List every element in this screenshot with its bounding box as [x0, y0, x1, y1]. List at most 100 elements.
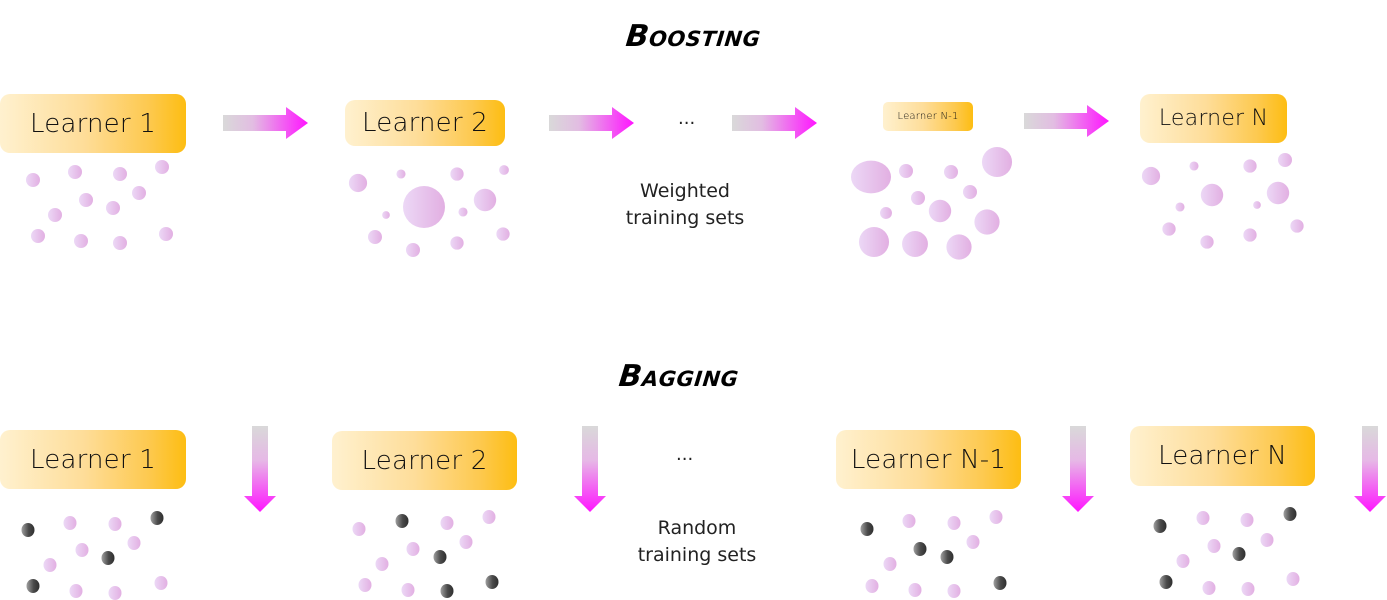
weighted-sample-dot: [473, 188, 497, 212]
selected-sample-dot: [1283, 507, 1297, 521]
weighted-sample-dot: [406, 243, 420, 257]
sample-dot: [1196, 511, 1210, 525]
weighted-sample-dot: [1243, 159, 1257, 173]
selected-sample-dot: [1153, 519, 1167, 533]
selected-sample-dot: [485, 575, 499, 589]
weighted-sample-dot: [1290, 219, 1304, 233]
selected-sample-dot: [1232, 547, 1246, 561]
sample-dot: [908, 583, 922, 597]
sample-dot: [1207, 539, 1221, 553]
sample-dot: [440, 516, 454, 530]
sample-dot: [966, 535, 980, 549]
weighted-sample-dot: [1162, 222, 1176, 236]
sample-dot: [63, 516, 77, 530]
weighted-sample-dot: [382, 211, 390, 219]
diagram-graphics: [21, 105, 1386, 600]
weighted-sample-dot: [1278, 153, 1292, 167]
weighted-sample-dot: [396, 169, 406, 179]
weighted-sample-dot: [48, 208, 62, 222]
sample-dot: [902, 514, 916, 528]
sample-dot: [1240, 513, 1254, 527]
right-arrow-icon: [549, 107, 634, 139]
weighted-sample-dot: [496, 227, 510, 241]
weighted-sample-dot: [928, 199, 952, 223]
weighted-sample-dot: [155, 160, 169, 174]
weighted-sample-dot: [902, 231, 928, 257]
sample-dot: [947, 584, 961, 598]
weighted-sample-dot: [348, 173, 368, 193]
down-arrow-icon: [1062, 426, 1094, 512]
right-arrow-icon: [223, 107, 308, 139]
selected-sample-dot: [940, 550, 954, 564]
sample-dot: [865, 579, 879, 593]
sample-dot: [482, 510, 496, 524]
right-arrow-icon: [1024, 105, 1109, 137]
selected-sample-dot: [150, 511, 164, 525]
sample-dot: [406, 542, 420, 556]
sample-dot: [108, 586, 122, 600]
sample-dot: [1202, 581, 1216, 595]
sample-dot: [1241, 582, 1255, 596]
sample-dot: [108, 517, 122, 531]
sample-dot: [352, 522, 366, 536]
weighted-sample-dot: [944, 165, 958, 179]
sample-dot: [1260, 533, 1274, 547]
weighted-sample-dot: [911, 191, 925, 205]
weighted-sample-dot: [79, 193, 93, 207]
weighted-sample-dot: [981, 146, 1013, 178]
weighted-sample-dot: [1189, 161, 1199, 171]
selected-sample-dot: [913, 542, 927, 556]
sample-dot: [69, 584, 83, 598]
selected-sample-dot: [395, 514, 409, 528]
sample-dot: [459, 535, 473, 549]
sample-dot: [401, 583, 415, 597]
sample-dot: [154, 576, 168, 590]
right-arrow-icon: [732, 107, 817, 139]
down-arrow-icon: [574, 426, 606, 512]
weighted-sample-dot: [899, 164, 913, 178]
weighted-sample-dot: [1200, 183, 1224, 207]
weighted-sample-dot: [1243, 228, 1257, 242]
weighted-sample-dot: [31, 229, 45, 243]
weighted-sample-dot: [974, 209, 1000, 235]
weighted-sample-dot: [1253, 201, 1261, 209]
selected-sample-dot: [993, 576, 1007, 590]
weighted-sample-dot: [963, 185, 977, 199]
sample-dot: [127, 536, 141, 550]
weighted-sample-dot: [106, 201, 120, 215]
weighted-sample-dot: [1141, 166, 1161, 186]
sample-dot: [375, 557, 389, 571]
weighted-sample-dot: [458, 207, 468, 217]
selected-sample-dot: [21, 523, 35, 537]
selected-sample-dot: [440, 584, 454, 598]
selected-sample-dot: [101, 551, 115, 565]
weighted-sample-dot: [880, 207, 892, 219]
selected-sample-dot: [1159, 575, 1173, 589]
sample-dot: [947, 516, 961, 530]
weighted-sample-dot: [1175, 202, 1185, 212]
weighted-sample-dot: [946, 234, 972, 260]
sample-dot: [989, 510, 1003, 524]
weighted-sample-dot: [1200, 235, 1214, 249]
weighted-sample-dot: [850, 160, 892, 194]
selected-sample-dot: [860, 522, 874, 536]
weighted-sample-dot: [450, 167, 464, 181]
weighted-sample-dot: [1266, 181, 1290, 205]
weighted-sample-dot: [113, 167, 127, 181]
weighted-sample-dot: [368, 230, 382, 244]
weighted-sample-dot: [499, 165, 509, 175]
sample-dot: [75, 543, 89, 557]
sample-dot: [1176, 554, 1190, 568]
weighted-sample-dot: [159, 227, 173, 241]
weighted-sample-dot: [26, 173, 40, 187]
sample-dot: [1286, 572, 1300, 586]
weighted-sample-dot: [132, 186, 146, 200]
weighted-sample-dot: [450, 236, 464, 250]
down-arrow-icon: [244, 426, 276, 512]
weighted-sample-dot: [858, 226, 890, 258]
weighted-sample-dot: [68, 165, 82, 179]
weighted-sample-dot: [403, 186, 445, 228]
down-arrow-icon: [1354, 426, 1386, 512]
weighted-sample-dot: [74, 234, 88, 248]
sample-dot: [358, 578, 372, 592]
